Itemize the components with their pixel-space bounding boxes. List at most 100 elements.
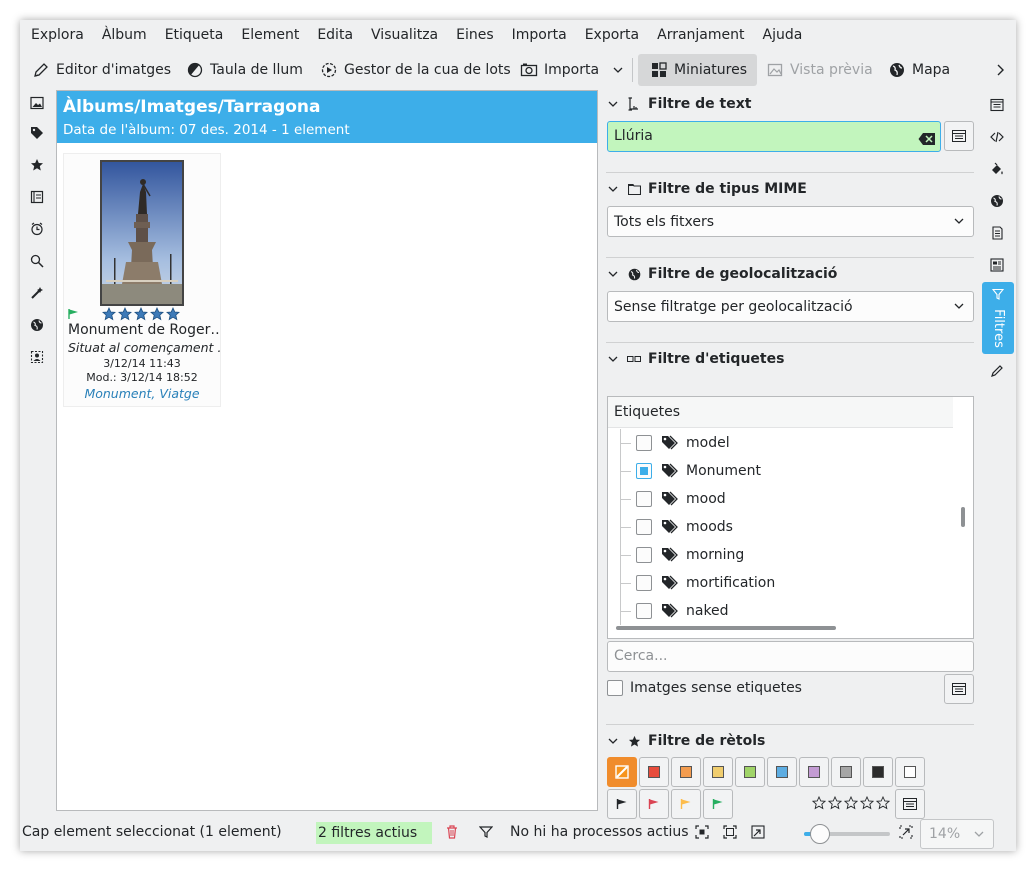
trash-icon[interactable] xyxy=(445,824,459,840)
versions-tab-icon[interactable] xyxy=(986,254,1008,276)
text-filter-options-button[interactable] xyxy=(944,121,974,151)
mime-filter-combo[interactable]: Tots els fitxers xyxy=(607,206,974,237)
zoom-out-icon[interactable] xyxy=(751,825,765,839)
calendar-tab-icon[interactable] xyxy=(26,186,48,208)
tag-checkbox[interactable] xyxy=(636,435,652,451)
blue-label-button[interactable] xyxy=(767,757,797,787)
album-icon-view[interactable]: Àlbums/Imatges/Tarragona Data de l'àlbum… xyxy=(56,90,598,811)
rating-stars[interactable] xyxy=(102,307,184,321)
tag-row[interactable]: mood xyxy=(608,485,953,513)
rejected-flag-button[interactable] xyxy=(639,789,669,819)
tag-row[interactable]: naked xyxy=(608,597,953,625)
tab-filtres[interactable]: Filtres xyxy=(982,282,1014,354)
menu-edita[interactable]: Edita xyxy=(308,20,362,50)
rating-filter-stars[interactable] xyxy=(812,796,892,812)
fuzzy-search-icon[interactable] xyxy=(26,282,48,304)
label-filter-header[interactable]: Filtre de rètols xyxy=(606,731,765,751)
properties-tab-icon[interactable] xyxy=(986,94,1008,116)
green-label-button[interactable] xyxy=(735,757,765,787)
zoom-slider[interactable] xyxy=(804,824,890,844)
menu-element[interactable]: Element xyxy=(232,20,308,50)
zoom-in-icon[interactable] xyxy=(899,825,913,839)
captions-tab-icon[interactable] xyxy=(986,222,1008,244)
white-label-button[interactable] xyxy=(895,757,925,787)
rating-filter-options-button[interactable] xyxy=(895,789,925,819)
tag-row[interactable]: morning xyxy=(608,541,953,569)
map-search-icon[interactable] xyxy=(26,314,48,336)
colors-tab-icon[interactable] xyxy=(986,158,1008,180)
tag-row[interactable]: model xyxy=(608,429,953,457)
monument-photo-thumbnail[interactable] xyxy=(100,160,184,306)
tag-checkbox[interactable] xyxy=(636,575,652,591)
geo-filter-header[interactable]: Filtre de geolocalització xyxy=(606,264,837,284)
tags-tab-icon[interactable] xyxy=(26,122,48,144)
zoom-original-icon[interactable] xyxy=(723,825,737,839)
people-tab-icon[interactable] xyxy=(26,346,48,368)
star-icon xyxy=(626,735,642,748)
black-label-button[interactable] xyxy=(863,757,893,787)
zoom-slider-handle[interactable] xyxy=(810,824,830,844)
menu-explora[interactable]: Explora xyxy=(22,20,93,50)
preview-button[interactable]: Vista prèvia xyxy=(766,54,873,86)
batch-queue-button[interactable]: Gestor de la cua de lots xyxy=(320,54,511,86)
menu-exporta[interactable]: Exporta xyxy=(576,20,648,50)
gray-label-button[interactable] xyxy=(831,757,861,787)
menu-visualitza[interactable]: Visualitza xyxy=(362,20,447,50)
mime-filter-header[interactable]: Filtre de tipus MIME xyxy=(606,179,807,199)
menu-eines[interactable]: Eines xyxy=(447,20,503,50)
no-pick-flag-button[interactable] xyxy=(607,789,637,819)
thumbnail-item[interactable]: Monument de Roger… Situat al començament… xyxy=(63,153,221,407)
text-filter-input[interactable]: Llúria xyxy=(607,121,941,152)
tag-row[interactable]: moods xyxy=(608,513,953,541)
geolocation-tab-icon[interactable] xyxy=(986,190,1008,212)
zoom-combo[interactable]: 14% xyxy=(920,819,994,849)
red-label-button[interactable] xyxy=(639,757,669,787)
geo-filter-combo[interactable]: Sense filtratge per geolocalització xyxy=(607,291,974,322)
yellow-label-button[interactable] xyxy=(703,757,733,787)
menu-etiqueta[interactable]: Etiqueta xyxy=(156,20,233,50)
pending-flag-button[interactable] xyxy=(671,789,701,819)
menu-ajuda[interactable]: Ajuda xyxy=(754,20,812,50)
search-icon[interactable] xyxy=(26,250,48,272)
menu-arranjament[interactable]: Arranjament xyxy=(648,20,753,50)
accepted-flag-button[interactable] xyxy=(703,789,733,819)
tag-filter-options-button[interactable] xyxy=(944,674,974,704)
map-button[interactable]: Mapa xyxy=(888,54,950,86)
tag-filter-header[interactable]: Filtre d'etiquetes xyxy=(606,349,784,369)
import-button[interactable]: Importa xyxy=(520,54,599,86)
timeline-tab-icon[interactable] xyxy=(26,218,48,240)
untagged-checkbox[interactable] xyxy=(607,680,623,696)
tag-checkbox[interactable] xyxy=(636,547,652,563)
menu-importa[interactable]: Importa xyxy=(503,20,576,50)
tag-checkbox[interactable] xyxy=(636,519,652,535)
tag-row[interactable]: Monument xyxy=(608,457,953,485)
metadata-tab-icon[interactable] xyxy=(986,126,1008,148)
tag-checkbox[interactable] xyxy=(636,491,652,507)
funnel-icon[interactable] xyxy=(478,825,494,839)
image-editor-button[interactable]: Editor d'imatges xyxy=(32,54,171,86)
tag-row[interactable]: mortification xyxy=(608,569,953,597)
import-menu-arrow[interactable] xyxy=(612,54,624,86)
tag-checkbox[interactable] xyxy=(636,603,652,619)
no-color-label-button[interactable] xyxy=(607,757,637,787)
albums-tab-icon[interactable] xyxy=(26,92,48,114)
orange-label-button[interactable] xyxy=(671,757,701,787)
magenta-label-button[interactable] xyxy=(799,757,829,787)
menu-album[interactable]: Àlbum xyxy=(93,20,156,50)
tools-tab-icon[interactable] xyxy=(986,360,1008,382)
untagged-images-option[interactable]: Imatges sense etiquetes xyxy=(607,676,802,700)
light-table-button[interactable]: Taula de llum xyxy=(186,54,303,86)
vertical-scrollbar[interactable] xyxy=(961,507,965,527)
tag-tree-view[interactable]: Etiquetes model Monument mood moods morn… xyxy=(607,396,974,639)
thumbnails-button[interactable]: Miniatures xyxy=(638,54,758,86)
active-filters-indicator[interactable]: 2 filtres actius xyxy=(316,822,432,844)
tag-search-input[interactable]: Cerca... xyxy=(607,641,974,672)
star-tab-icon[interactable] xyxy=(26,154,48,176)
zoom-fit-icon[interactable] xyxy=(695,825,709,839)
text-filter-header[interactable]: Filtre de text xyxy=(606,94,751,114)
horizontal-scrollbar[interactable] xyxy=(616,626,836,630)
toolbar-overflow-button[interactable] xyxy=(994,54,1006,86)
tag-checkbox-checked[interactable] xyxy=(636,463,652,479)
chevron-down-icon xyxy=(613,67,623,73)
clear-text-icon[interactable] xyxy=(918,128,936,145)
